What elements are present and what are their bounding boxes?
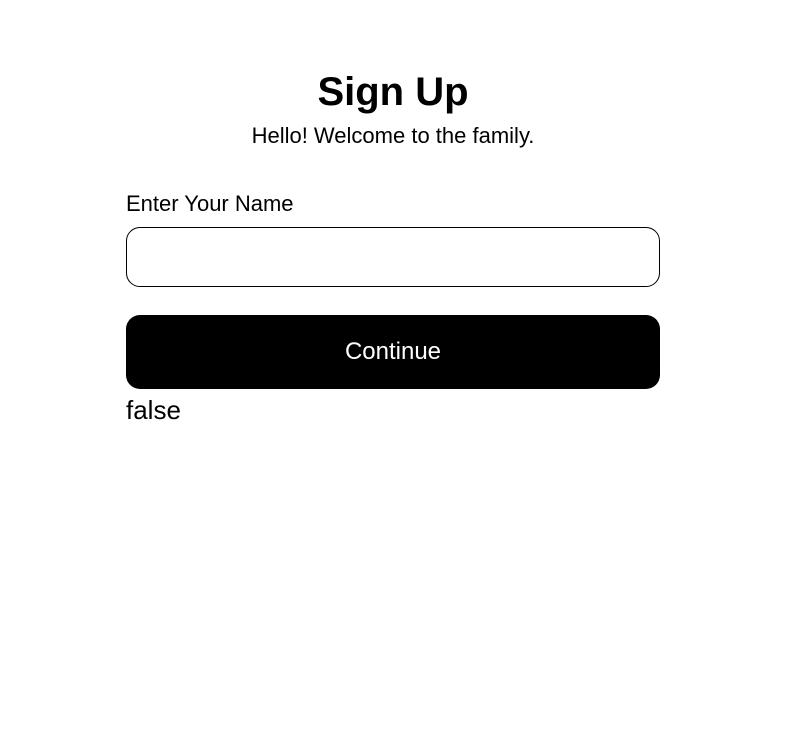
page-subtitle: Hello! Welcome to the family. xyxy=(126,123,660,149)
page-title: Sign Up xyxy=(126,70,660,115)
name-input[interactable] xyxy=(126,227,660,287)
status-text: false xyxy=(126,395,660,426)
continue-button[interactable]: Continue xyxy=(126,315,660,389)
name-field-label: Enter Your Name xyxy=(126,191,660,217)
signup-form-container: Sign Up Hello! Welcome to the family. En… xyxy=(126,0,660,426)
